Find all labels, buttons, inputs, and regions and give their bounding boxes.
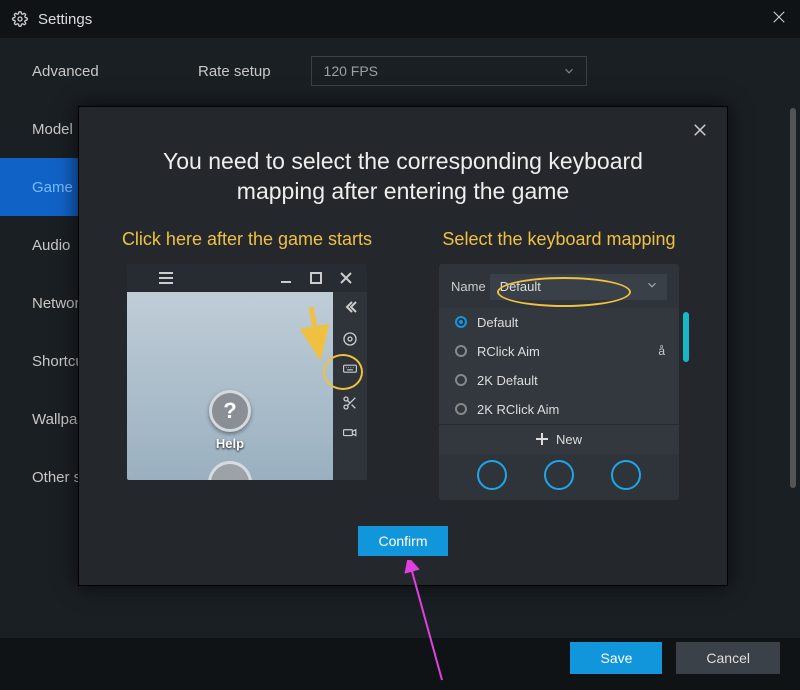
background-circles [439, 454, 679, 500]
camera-icon [339, 424, 361, 446]
option-label: 2K Default [477, 373, 538, 388]
footer: Save Cancel [570, 642, 780, 674]
window-title: Settings [38, 11, 92, 28]
settings-icon [12, 11, 28, 27]
option-label: RClick Aim [477, 344, 540, 359]
right-column-heading: Select the keyboard mapping [419, 229, 699, 250]
app-preview: ? Help [127, 264, 367, 480]
cancel-button[interactable]: Cancel [676, 642, 780, 674]
mapping-option-default[interactable]: Default [439, 308, 679, 337]
chevron-down-icon [645, 278, 659, 292]
radio-icon [455, 374, 467, 386]
mapping-option-rclick-aim[interactable]: RClick Aim å [439, 337, 679, 366]
sidebar-item-label: Game [32, 179, 73, 196]
collapse-icon [339, 296, 361, 318]
mapping-name-row: Name Default [439, 274, 679, 308]
plus-icon [536, 433, 548, 445]
minimize-icon [271, 266, 301, 290]
preview-titlebar [127, 264, 367, 292]
close-icon [331, 266, 361, 290]
circle-icon [544, 460, 574, 490]
globe-icon [208, 461, 252, 480]
window-close-button[interactable] [770, 8, 788, 26]
mapping-name-label: Name [451, 279, 486, 294]
rate-setup-row: Rate setup 120 FPS [198, 56, 772, 86]
option-label: 2K RClick Aim [477, 402, 559, 417]
accent-bar [683, 312, 689, 362]
mapping-panel: Name Default Default RClick Aim å 2K Defa… [439, 264, 679, 500]
circle-icon [477, 460, 507, 490]
mapping-option-2k-default[interactable]: 2K Default [439, 366, 679, 395]
sidebar-item-label: Audio [32, 237, 70, 254]
rate-setup-dropdown[interactable]: 120 FPS [311, 56, 587, 86]
confirm-button[interactable]: Confirm [358, 526, 447, 556]
scissors-icon [339, 392, 361, 414]
circle-icon [611, 460, 641, 490]
scrollbar[interactable] [790, 108, 796, 488]
new-label: New [556, 432, 582, 447]
modal-close-button[interactable] [691, 121, 709, 139]
rate-setup-value: 120 FPS [324, 63, 378, 79]
rate-setup-label: Rate setup [198, 63, 271, 80]
hamburger-icon [151, 266, 181, 290]
highlight-ellipse [497, 277, 631, 307]
titlebar: Settings [0, 0, 800, 38]
mapping-new-button[interactable]: New [439, 424, 679, 454]
modal-title: You need to select the corresponding key… [127, 147, 679, 207]
save-button[interactable]: Save [570, 642, 662, 674]
option-label: Default [477, 315, 518, 330]
sidebar-item-label: Advanced [32, 63, 99, 80]
pin-icon: å [658, 344, 665, 358]
sidebar-item-label: Model [32, 121, 73, 138]
mapping-option-2k-rclick-aim[interactable]: 2K RClick Aim [439, 395, 679, 424]
maximize-icon [301, 266, 331, 290]
help-label: Help [216, 436, 244, 451]
modal-left-column: Click here after the game starts ? Help [107, 229, 387, 500]
help-icon: ? [209, 390, 251, 432]
chevron-down-icon [562, 64, 576, 78]
modal-right-column: Select the keyboard mapping Name Default… [419, 229, 699, 500]
mapping-option-list: Default RClick Aim å 2K Default 2K RClick… [439, 308, 679, 454]
radio-icon [455, 316, 467, 328]
radio-icon [455, 403, 467, 415]
keyboard-mapping-modal: You need to select the corresponding key… [78, 106, 728, 586]
left-column-heading: Click here after the game starts [107, 229, 387, 250]
sidebar-item-advanced[interactable]: Advanced [0, 42, 170, 100]
radio-icon [455, 345, 467, 357]
